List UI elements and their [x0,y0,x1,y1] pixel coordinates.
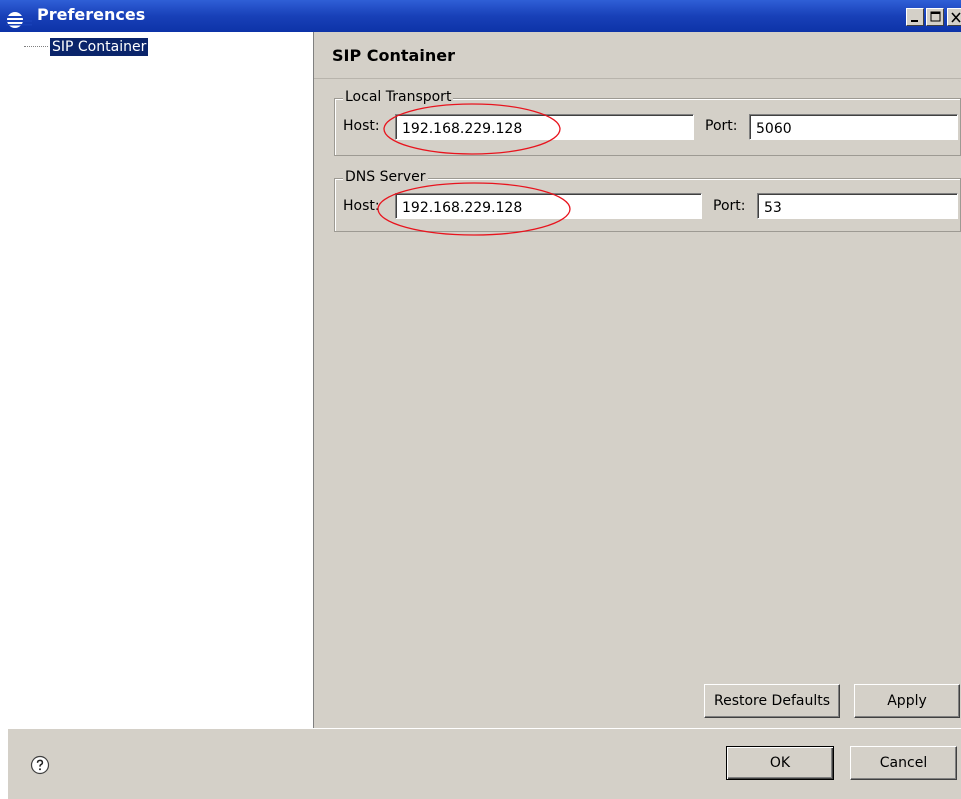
local-port-input[interactable] [749,114,958,140]
page-header: SIP Container [314,32,961,79]
maximize-icon [930,11,941,22]
minimize-button[interactable] [906,8,924,26]
tree-item-label: SIP Container [50,38,149,56]
tree-connector [24,46,48,48]
dns-port-input[interactable] [757,193,958,219]
apply-button[interactable]: Apply [854,684,960,718]
preference-page: SIP Container Local Transport Host: Port… [314,32,961,728]
ok-button[interactable]: OK [726,746,834,780]
port-label: Port: [705,118,738,134]
tree-item-sip-container[interactable]: SIP Container [24,38,149,56]
host-label: Host: [343,118,380,134]
window-title: Preferences [37,5,146,24]
port-label: Port: [713,198,746,214]
group-legend: DNS Server [343,169,428,185]
preferences-tree: SIP Container [8,32,314,728]
help-icon[interactable] [30,755,50,775]
restore-defaults-button[interactable]: Restore Defaults [704,684,840,718]
group-legend: Local Transport [343,89,454,105]
minimize-icon [911,20,918,22]
dns-host-input[interactable] [395,193,702,219]
local-transport-group: Local Transport Host: Port: [334,89,961,156]
close-icon [951,12,961,23]
eclipse-icon [6,12,32,28]
dns-server-group: DNS Server Host: Port: [334,169,961,232]
cancel-button[interactable]: Cancel [850,746,957,780]
local-host-input[interactable] [395,114,694,140]
title-bar: Preferences [0,0,961,32]
maximize-button[interactable] [926,8,944,26]
page-title: SIP Container [332,46,455,65]
host-label: Host: [343,198,380,214]
close-button[interactable] [947,8,961,26]
dialog-button-bar: OK Cancel [8,728,961,799]
